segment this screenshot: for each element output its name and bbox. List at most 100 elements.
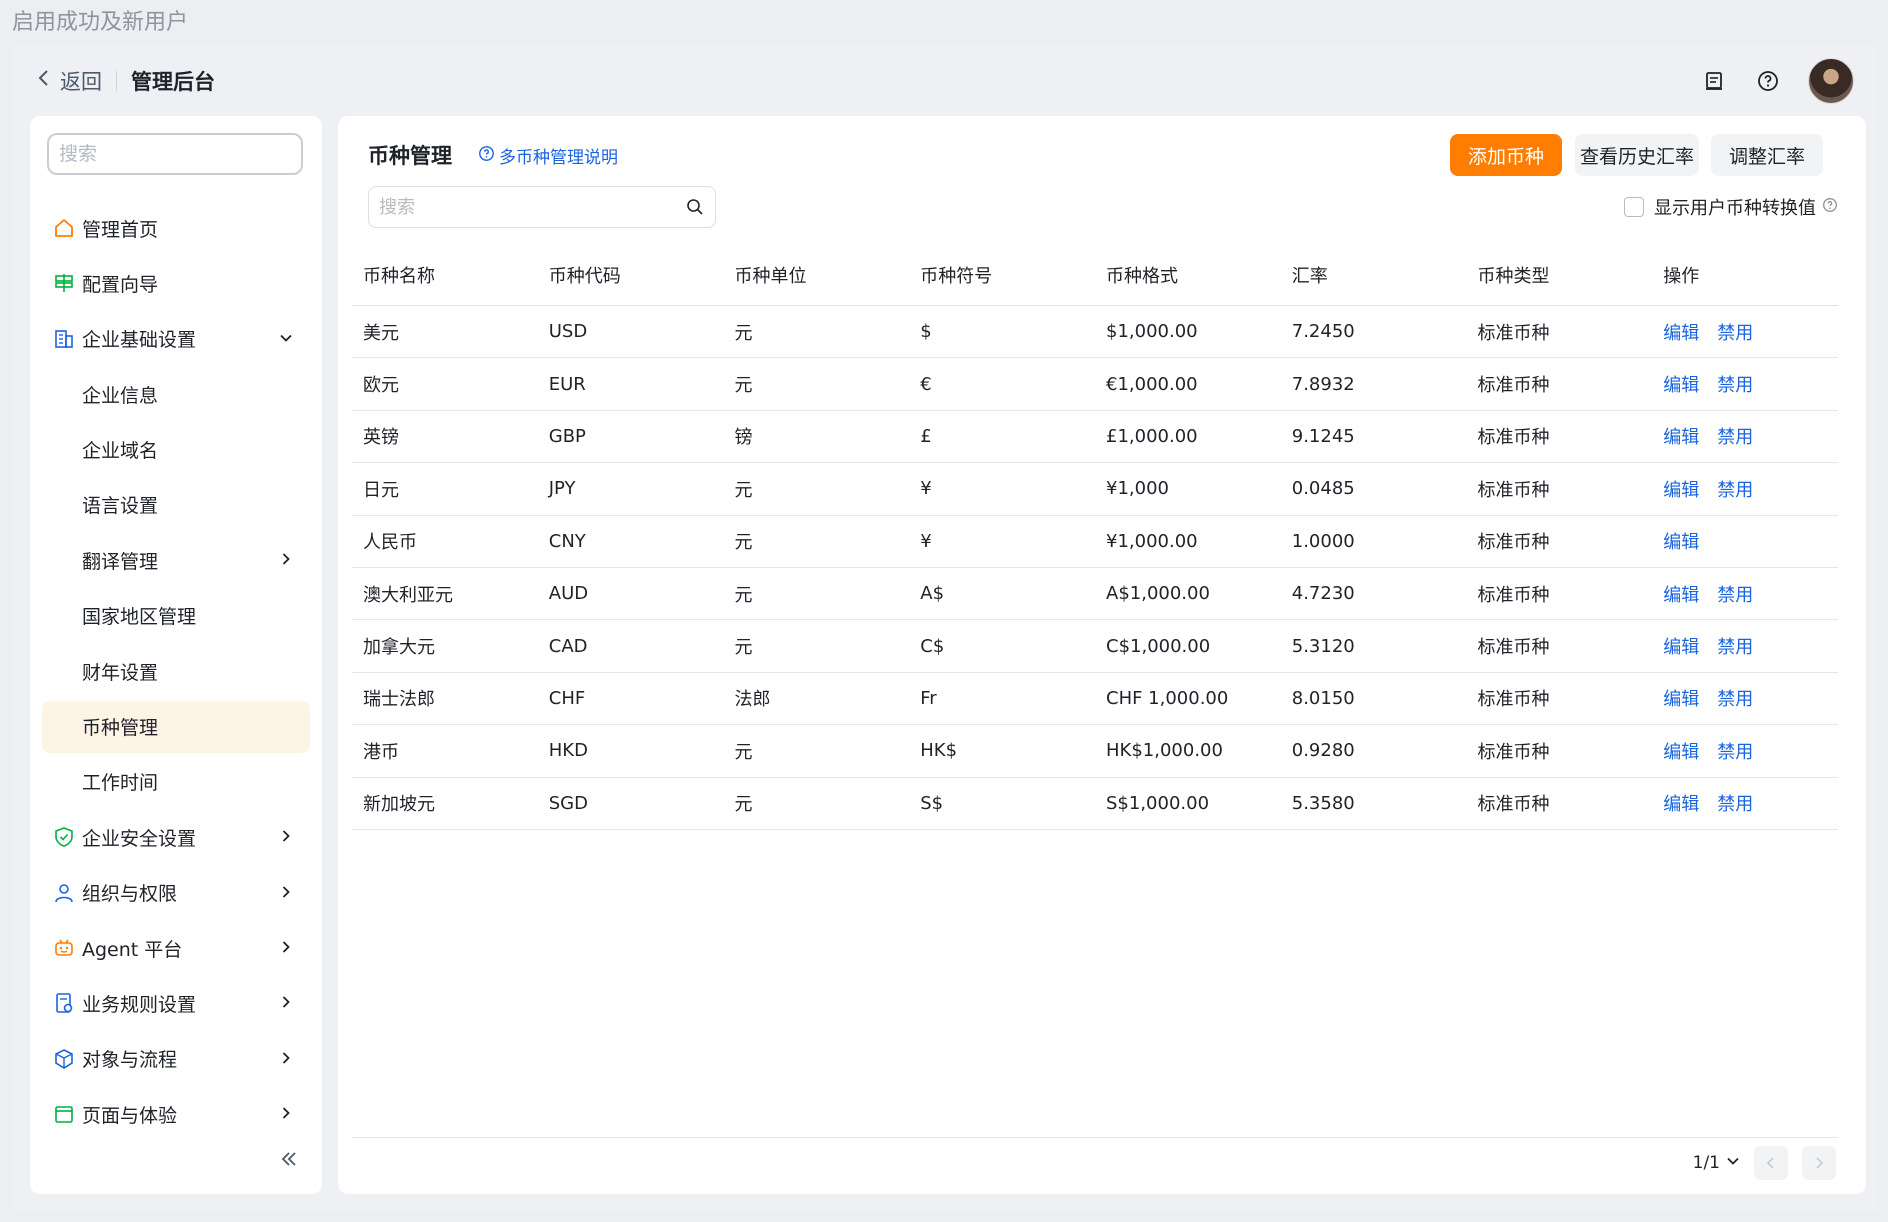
cell-symbol: ¥ — [920, 530, 932, 552]
disable-link[interactable]: 禁用 — [1717, 738, 1753, 764]
cell-format: CHF 1,000.00 — [1106, 687, 1229, 709]
cell-unit: 元 — [734, 479, 753, 501]
chevron-right-icon[interactable] — [276, 1103, 296, 1123]
sidebar-item[interactable]: 企业域名 — [42, 424, 310, 476]
edit-link[interactable]: 编辑 — [1663, 581, 1699, 607]
disable-link[interactable]: 禁用 — [1717, 633, 1753, 659]
edit-link[interactable]: 编辑 — [1663, 371, 1699, 397]
view-history-rate-button[interactable]: 查看历史汇率 — [1575, 134, 1699, 176]
edit-link[interactable]: 编辑 — [1663, 319, 1699, 345]
chevron-right-icon[interactable] — [276, 882, 296, 902]
sidebar-item[interactable]: Agent 平台 — [42, 922, 310, 974]
sidebar-search-input[interactable] — [47, 133, 303, 175]
disable-link[interactable]: 禁用 — [1717, 581, 1753, 607]
help-circle-icon — [478, 145, 495, 167]
disable-link[interactable]: 禁用 — [1717, 685, 1753, 711]
sidebar-item[interactable]: 管理首页 — [42, 202, 310, 254]
cell-code: CAD — [548, 635, 588, 657]
chevron-right-icon[interactable] — [276, 992, 296, 1012]
sidebar-item[interactable]: 财年设置 — [42, 645, 310, 697]
cell-symbol: £ — [920, 425, 932, 447]
sidebar-item[interactable]: 组织与权限 — [42, 867, 310, 919]
cell-actions: 编辑 禁用 — [1652, 581, 1838, 607]
cell-symbol: Fr — [920, 687, 937, 709]
chevron-down-icon — [1726, 1153, 1740, 1173]
avatar[interactable] — [1808, 58, 1854, 104]
help-link[interactable]: 多币种管理说明 — [478, 143, 618, 168]
sidebar-item[interactable]: 页面与体验 — [42, 1088, 310, 1140]
help-circle-icon[interactable] — [1822, 197, 1838, 218]
sidebar-item[interactable]: 语言设置 — [42, 479, 310, 531]
search-input[interactable] — [369, 187, 675, 227]
cell-unit: 元 — [734, 741, 753, 763]
table-header-row: 币种名称 币种代码 币种单位 币种符号 币种格式 汇率 币种类型 操作 — [352, 244, 1838, 306]
cell-code: AUD — [548, 583, 589, 605]
signpost-icon — [52, 271, 76, 295]
sidebar-item[interactable]: 配置向导 — [42, 257, 310, 309]
sidebar-item-label: 企业信息 — [82, 384, 159, 407]
sidebar-item[interactable]: 业务规则设置 — [42, 977, 310, 1029]
page-selector[interactable]: 1/1 — [1693, 1153, 1740, 1173]
chevron-left-icon — [36, 68, 52, 94]
edit-link[interactable]: 编辑 — [1663, 423, 1699, 449]
back-button[interactable]: 返回 — [36, 66, 102, 96]
sidebar-item-label: 配置向导 — [82, 273, 159, 296]
edit-link[interactable]: 编辑 — [1663, 738, 1699, 764]
document-icon[interactable] — [1700, 67, 1728, 95]
cell-unit: 元 — [734, 322, 753, 344]
edit-link[interactable]: 编辑 — [1663, 476, 1699, 502]
prev-page-button[interactable] — [1754, 1146, 1788, 1180]
shield-icon — [52, 825, 76, 849]
disable-link[interactable]: 禁用 — [1717, 790, 1753, 816]
cell-rate: 5.3580 — [1291, 792, 1355, 814]
edit-link[interactable]: 编辑 — [1663, 790, 1699, 816]
cell-code: HKD — [548, 740, 588, 762]
edit-link[interactable]: 编辑 — [1663, 685, 1699, 711]
sidebar-item[interactable]: 币种管理 — [42, 700, 310, 753]
user-icon — [52, 881, 76, 905]
sidebar-item[interactable]: 翻译管理 — [42, 534, 310, 586]
edit-link[interactable]: 编辑 — [1663, 528, 1699, 554]
page-title: 管理后台 — [131, 70, 215, 94]
cell-type: 标准币种 — [1477, 375, 1550, 397]
chevron-right-icon[interactable] — [276, 1048, 296, 1068]
disable-link[interactable]: 禁用 — [1717, 371, 1753, 397]
cell-rate: 0.9280 — [1291, 740, 1355, 762]
cell-code: CNY — [548, 530, 586, 552]
show-conversion-checkbox[interactable] — [1624, 197, 1644, 217]
disable-link[interactable]: 禁用 — [1717, 423, 1753, 449]
sidebar-item[interactable]: 企业安全设置 — [42, 811, 310, 863]
sidebar-item[interactable]: 国家地区管理 — [42, 590, 310, 642]
sidebar-item[interactable]: 对象与流程 — [42, 1033, 310, 1085]
column-header: 币种单位 — [734, 265, 807, 287]
disable-link[interactable]: 禁用 — [1717, 319, 1753, 345]
chevron-right-icon[interactable] — [276, 826, 296, 846]
chevron-right-icon[interactable] — [276, 549, 296, 569]
adjust-rate-button[interactable]: 调整汇率 — [1711, 134, 1823, 176]
search-icon[interactable] — [675, 198, 715, 216]
sidebar-item[interactable]: 工作时间 — [42, 756, 310, 808]
help-circle-icon[interactable] — [1754, 67, 1782, 95]
sidebar-item[interactable]: 企业基础设置 — [42, 313, 310, 365]
collapse-sidebar-icon[interactable] — [278, 1148, 300, 1176]
cell-symbol: $ — [920, 321, 932, 343]
cell-code: USD — [548, 321, 588, 343]
edit-link[interactable]: 编辑 — [1663, 633, 1699, 659]
next-page-button[interactable] — [1802, 1146, 1836, 1180]
table-row: 澳大利亚元 AUD 元 A$ A$1,000.00 4.7230 标准币种 编辑 禁用 — [352, 568, 1838, 621]
sidebar-item[interactable]: 企业信息 — [42, 368, 310, 420]
cell-actions: 编辑 禁用 — [1652, 738, 1838, 764]
chevron-right-icon[interactable] — [276, 937, 296, 957]
cell-symbol: A$ — [920, 583, 945, 605]
cell-rate: 7.8932 — [1291, 373, 1355, 395]
table-footer-divider — [352, 1137, 1838, 1138]
sidebar-item-label: 组织与权限 — [82, 883, 178, 906]
show-conversion-option: 显示用户币种转换值 — [1624, 194, 1838, 220]
cell-code: EUR — [548, 373, 586, 395]
column-header: 币种类型 — [1477, 265, 1550, 287]
add-currency-button[interactable]: 添加币种 — [1450, 134, 1562, 176]
disable-link[interactable]: 禁用 — [1717, 476, 1753, 502]
cell-type: 标准币种 — [1477, 479, 1550, 501]
chevron-down-icon[interactable] — [276, 328, 296, 348]
cell-unit: 元 — [734, 794, 753, 816]
